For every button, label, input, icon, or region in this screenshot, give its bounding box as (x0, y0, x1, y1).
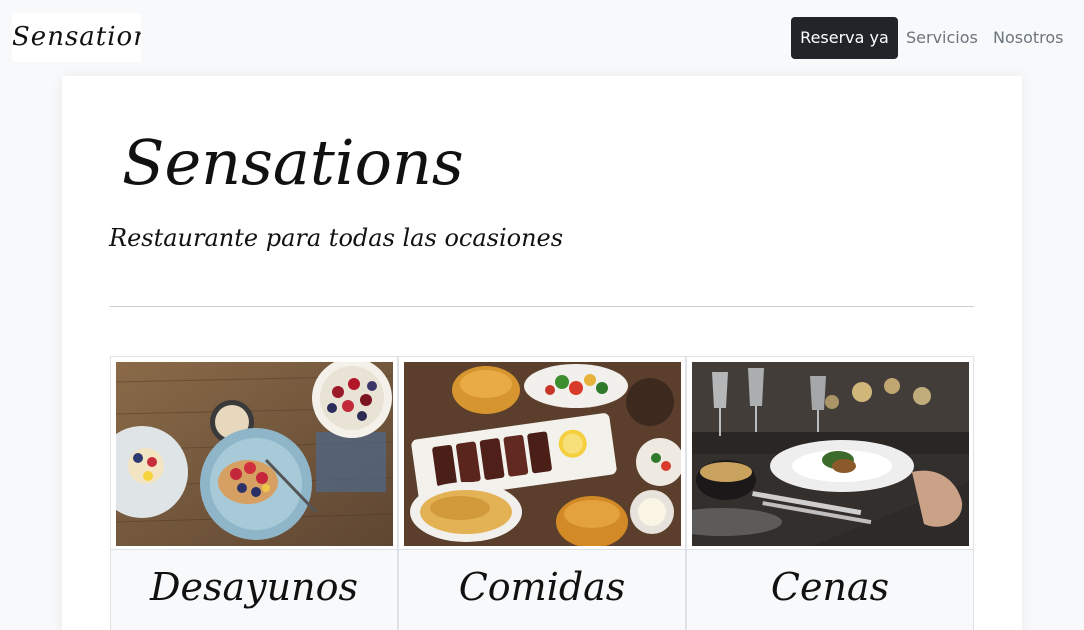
service-label-cenas: Cenas (770, 565, 890, 609)
service-card-cenas[interactable]: Cenas (686, 356, 974, 630)
lunch-photo (404, 362, 681, 546)
divider (109, 306, 974, 307)
photo-frame (111, 357, 397, 550)
logo[interactable]: Sensation (12, 13, 141, 62)
hero-subtitle: Restaurante para todas las ocasiones (109, 224, 564, 252)
reserva-button[interactable]: Reserva ya (791, 17, 898, 59)
service-card-desayunos[interactable]: Desayunos (110, 356, 398, 630)
photo-frame (687, 357, 973, 550)
main-card: Sensations Restaurante para todas las oc… (62, 76, 1022, 630)
nav-link-servicios[interactable]: Servicios (906, 17, 978, 59)
logo-text: Sensation (12, 22, 141, 52)
breakfast-photo (116, 362, 393, 546)
navbar: Sensation Reserva ya Servicios Nosotros (0, 0, 1084, 76)
photo-frame (399, 357, 685, 550)
service-card-comidas[interactable]: Comidas (398, 356, 686, 630)
services-grid: Desayunos Comidas Cenas (110, 356, 974, 630)
dinner-photo (692, 362, 969, 546)
hero-title: Sensations (122, 126, 464, 199)
nav-link-nosotros[interactable]: Nosotros (993, 17, 1064, 59)
service-label-desayunos: Desayunos (150, 565, 358, 609)
service-label-comidas: Comidas (458, 565, 626, 609)
